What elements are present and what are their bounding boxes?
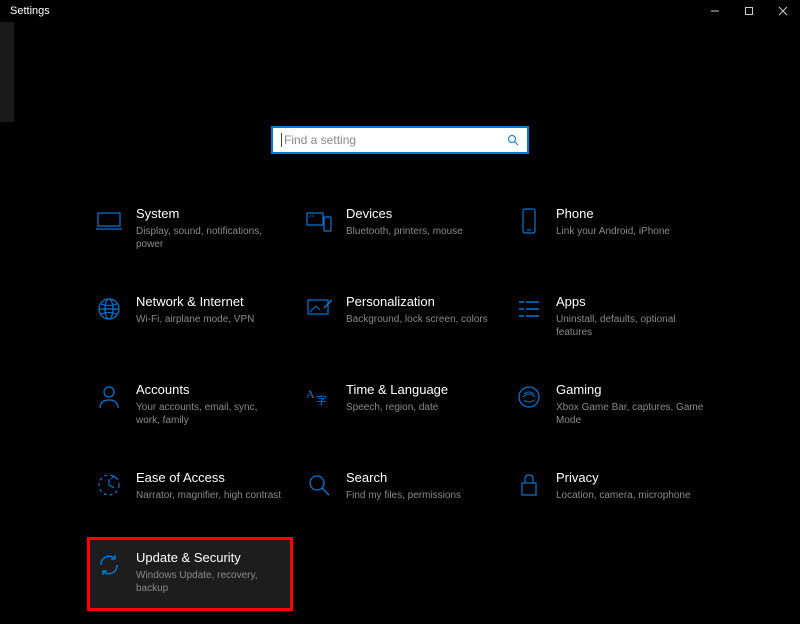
tile-label: Phone — [556, 206, 670, 223]
maximize-button[interactable] — [732, 0, 766, 22]
content: Find a setting System Display, sound, no… — [0, 22, 800, 608]
tile-devices[interactable]: Devices Bluetooth, printers, mouse — [300, 202, 500, 256]
tile-desc: Link your Android, iPhone — [556, 225, 670, 239]
tile-label: Apps — [556, 294, 704, 311]
tile-label: Network & Internet — [136, 294, 254, 311]
tile-time-language[interactable]: A字 Time & Language Speech, region, date — [300, 378, 500, 432]
accounts-icon — [96, 384, 122, 410]
globe-icon — [96, 296, 122, 322]
tile-desc: Speech, region, date — [346, 401, 448, 415]
tile-label: Search — [346, 470, 461, 487]
personalization-icon — [306, 296, 332, 322]
tile-desc: Location, camera, microphone — [556, 489, 691, 503]
tile-desc: Windows Update, recovery, backup — [136, 569, 284, 596]
tile-label: Gaming — [556, 382, 704, 399]
tile-desc: Xbox Game Bar, captures, Game Mode — [556, 401, 704, 428]
search-icon — [507, 134, 519, 146]
close-button[interactable] — [766, 0, 800, 22]
tile-desc: Uninstall, defaults, optional features — [556, 313, 704, 340]
tile-network[interactable]: Network & Internet Wi-Fi, airplane mode,… — [90, 290, 290, 344]
search-tile-icon — [306, 472, 332, 498]
ease-of-access-icon — [96, 472, 122, 498]
window-title: Settings — [10, 5, 50, 17]
tile-accounts[interactable]: Accounts Your accounts, email, sync, wor… — [90, 378, 290, 432]
system-icon — [96, 208, 122, 234]
titlebar: Settings — [0, 0, 800, 22]
tile-gaming[interactable]: Gaming Xbox Game Bar, captures, Game Mod… — [510, 378, 710, 432]
tile-label: Accounts — [136, 382, 284, 399]
gaming-icon — [516, 384, 542, 410]
search-input[interactable]: Find a setting — [271, 126, 529, 154]
window-controls — [698, 0, 800, 22]
settings-grid: System Display, sound, notifications, po… — [90, 202, 710, 608]
tile-apps[interactable]: Apps Uninstall, defaults, optional featu… — [510, 290, 710, 344]
tile-desc: Bluetooth, printers, mouse — [346, 225, 463, 239]
tile-label: Personalization — [346, 294, 488, 311]
tile-desc: Wi-Fi, airplane mode, VPN — [136, 313, 254, 327]
tile-label: Devices — [346, 206, 463, 223]
tile-system[interactable]: System Display, sound, notifications, po… — [90, 202, 290, 256]
tile-label: Update & Security — [136, 550, 284, 567]
tile-phone[interactable]: Phone Link your Android, iPhone — [510, 202, 710, 256]
apps-icon — [516, 296, 542, 322]
devices-icon — [306, 208, 332, 234]
tile-label: Time & Language — [346, 382, 448, 399]
search-placeholder: Find a setting — [284, 133, 356, 147]
svg-text:字: 字 — [316, 393, 327, 407]
tile-ease-of-access[interactable]: Ease of Access Narrator, magnifier, high… — [90, 466, 290, 506]
tile-search[interactable]: Search Find my files, permissions — [300, 466, 500, 506]
phone-icon — [516, 208, 542, 234]
tile-label: System — [136, 206, 284, 223]
lock-icon — [516, 472, 542, 498]
tile-desc: Narrator, magnifier, high contrast — [136, 489, 281, 503]
minimize-button[interactable] — [698, 0, 732, 22]
tile-desc: Background, lock screen, colors — [346, 313, 488, 327]
update-icon — [96, 552, 122, 578]
svg-text:A: A — [306, 387, 315, 401]
tile-label: Privacy — [556, 470, 691, 487]
text-cursor — [281, 133, 282, 147]
tile-desc: Display, sound, notifications, power — [136, 225, 284, 252]
tile-update-security[interactable]: Update & Security Windows Update, recove… — [90, 540, 290, 608]
tile-personalization[interactable]: Personalization Background, lock screen,… — [300, 290, 500, 344]
tile-label: Ease of Access — [136, 470, 281, 487]
tile-desc: Your accounts, email, sync, work, family — [136, 401, 284, 428]
tile-desc: Find my files, permissions — [346, 489, 461, 503]
time-language-icon: A字 — [306, 384, 332, 410]
sidebar-strip — [0, 22, 14, 122]
tile-privacy[interactable]: Privacy Location, camera, microphone — [510, 466, 710, 506]
